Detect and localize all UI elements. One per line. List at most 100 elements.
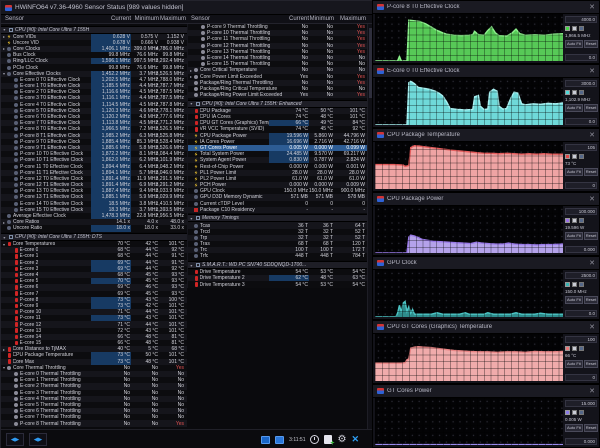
sensor-section-header[interactable]: ▾CPU [#0]: Intel Core Ultra 7 155H	[1, 26, 187, 34]
reset-button[interactable]: Reset	[584, 40, 598, 48]
reset-button[interactable]: Reset	[584, 104, 598, 112]
grid-color-swatch[interactable]	[579, 346, 584, 351]
sensor-section-header[interactable]: ▾S.M.A.R.T.: WD PC SN740 SDDQNQD-1T00...	[188, 261, 373, 269]
scale-max-input[interactable]: 105	[565, 144, 597, 151]
scale-min-input[interactable]: 0.000	[565, 246, 597, 253]
sensor-row[interactable]: Uncore Ratio18.0 x18.0 x33.0 x	[1, 225, 187, 231]
window-titlebar[interactable]: HWiNFO64 v7.36-4960 Sensor Status [989 v…	[1, 1, 373, 15]
close-icon[interactable]: ✕	[351, 435, 359, 444]
series-color-swatch[interactable]	[565, 90, 570, 95]
gear-icon[interactable]: ⚙	[337, 435, 346, 445]
grid-color-swatch[interactable]	[579, 154, 584, 159]
reset-button[interactable]: Reset	[584, 232, 598, 240]
auto-fit-button[interactable]: Auto Fit	[565, 168, 583, 176]
background-color-swatch[interactable]	[572, 346, 577, 351]
sensor-section-header[interactable]: ▾CPU [#0]: Intel Core Ultra 7 155H: DTS	[1, 233, 187, 241]
column-header[interactable]: Current	[111, 16, 131, 22]
background-color-swatch[interactable]	[572, 282, 577, 287]
expand-caret-icon[interactable]: ▾	[1, 235, 7, 240]
expand-caret-icon[interactable]: ▾	[188, 101, 194, 106]
sensor-row[interactable]: Package C10 Residency---	[188, 207, 373, 213]
reset-button[interactable]: Reset	[584, 360, 598, 368]
column-header[interactable]: Sensor	[5, 16, 24, 22]
auto-fit-button[interactable]: Auto Fit	[565, 360, 583, 368]
column-header[interactable]: Current	[289, 16, 309, 22]
reset-button[interactable]: Reset	[584, 168, 598, 176]
graph-titlebar[interactable]: GT Cores Power✕	[373, 385, 599, 398]
graph-titlebar[interactable]: P-core 8 T0 Effective Clock✕	[373, 1, 599, 14]
sensor-section-header[interactable]: ▾CPU [#0]: Intel Core Ultra 7 155H: Enha…	[188, 100, 373, 108]
sensor-row[interactable]: P-core 8 Thermal ThrottlingNoNoYes	[1, 420, 187, 426]
expand-caret-icon[interactable]: ▾	[1, 242, 7, 247]
clock-icon[interactable]	[310, 435, 319, 444]
sensor-section-header[interactable]: ▾Memory Timings	[188, 214, 373, 222]
series-color-swatch[interactable]	[565, 346, 570, 351]
grid-color-swatch[interactable]	[579, 282, 584, 287]
background-color-swatch[interactable]	[572, 90, 577, 95]
column-header[interactable]: Minimum	[310, 16, 334, 22]
sensor-row[interactable]: Trfc448 T448 T784 T	[188, 253, 373, 259]
move-column-left-button[interactable]: ◀▶	[6, 433, 24, 446]
graph-titlebar[interactable]: CPU Package Power✕	[373, 193, 599, 206]
scale-max-input[interactable]: 2500.0	[565, 272, 597, 279]
close-icon[interactable]: ✕	[589, 387, 595, 395]
sensor-label: GPU D3D Memory Dynamic	[200, 194, 263, 200]
scale-min-input[interactable]: 0	[565, 182, 597, 189]
scale-max-input[interactable]: 3000.0	[565, 80, 597, 87]
scale-max-input[interactable]: 100.000	[565, 208, 597, 215]
expand-caret-icon[interactable]: ▾	[188, 216, 194, 221]
report-add-icon[interactable]	[324, 435, 332, 444]
series-color-swatch[interactable]	[565, 282, 570, 287]
background-color-swatch[interactable]	[572, 26, 577, 31]
column-header[interactable]: Sensor	[191, 16, 210, 22]
series-color-swatch[interactable]	[565, 154, 570, 159]
grid-color-swatch[interactable]	[579, 218, 584, 223]
scale-min-input[interactable]: 0	[565, 374, 597, 381]
auto-fit-button[interactable]: Auto Fit	[565, 40, 583, 48]
close-icon[interactable]: ✕	[589, 131, 595, 139]
expand-caret-icon[interactable]: ▾	[1, 27, 7, 32]
series-color-swatch[interactable]	[565, 410, 570, 415]
column-header[interactable]: Minimum	[135, 16, 159, 22]
series-color-swatch[interactable]	[565, 26, 570, 31]
scale-min-input[interactable]: 0.0	[565, 54, 597, 61]
scale-max-input[interactable]: 15.000	[565, 400, 597, 407]
column-header[interactable]: Maximum	[160, 16, 186, 22]
auto-fit-button[interactable]: Auto Fit	[565, 424, 583, 432]
column-header[interactable]: Maximum	[340, 16, 366, 22]
auto-fit-button[interactable]: Auto Fit	[565, 296, 583, 304]
grid-color-swatch[interactable]	[579, 26, 584, 31]
auto-fit-button[interactable]: Auto Fit	[565, 104, 583, 112]
scale-min-input[interactable]: 0.0	[565, 118, 597, 125]
move-column-right-button[interactable]: ◀▶	[29, 433, 47, 446]
grid-color-swatch[interactable]	[579, 90, 584, 95]
close-icon[interactable]: ✕	[589, 195, 595, 203]
background-color-swatch[interactable]	[572, 154, 577, 159]
sensor-row[interactable]: Package/Ring Power Limit ExceededYesNoYe…	[188, 92, 373, 98]
reset-button[interactable]: Reset	[584, 424, 598, 432]
expand-caret-icon[interactable]: ▸	[1, 347, 7, 352]
grid-color-swatch[interactable]	[579, 410, 584, 415]
scale-min-input[interactable]: 0.000	[565, 438, 597, 445]
close-icon[interactable]: ✕	[589, 3, 595, 11]
graph-titlebar[interactable]: CPU GT Cores (Graphics) Temperature✕	[373, 321, 599, 334]
scale-max-input[interactable]: 100	[565, 336, 597, 343]
scale-max-input[interactable]: 4000.0	[565, 16, 597, 23]
graph-titlebar[interactable]: E-core 0 T0 Effective Clock✕	[373, 65, 599, 78]
expand-caret-icon[interactable]: ▸	[1, 34, 7, 39]
series-color-swatch[interactable]	[565, 218, 570, 223]
monitors-icon[interactable]	[275, 436, 284, 444]
graph-titlebar[interactable]: CPU Package Temperature✕	[373, 129, 599, 142]
reset-button[interactable]: Reset	[584, 296, 598, 304]
background-color-swatch[interactable]	[572, 218, 577, 223]
close-icon[interactable]: ✕	[589, 323, 595, 331]
monitor-icon[interactable]	[261, 436, 270, 444]
close-icon[interactable]: ✕	[589, 259, 595, 267]
sensor-row[interactable]: Drive Temperature 354 °C53 °C54 °C	[188, 281, 373, 287]
scale-min-input[interactable]: 0.0	[565, 310, 597, 317]
graph-titlebar[interactable]: GPU Clock✕	[373, 257, 599, 270]
background-color-swatch[interactable]	[572, 410, 577, 415]
auto-fit-button[interactable]: Auto Fit	[565, 232, 583, 240]
close-icon[interactable]: ✕	[589, 67, 595, 75]
expand-caret-icon[interactable]: ▾	[188, 263, 194, 268]
